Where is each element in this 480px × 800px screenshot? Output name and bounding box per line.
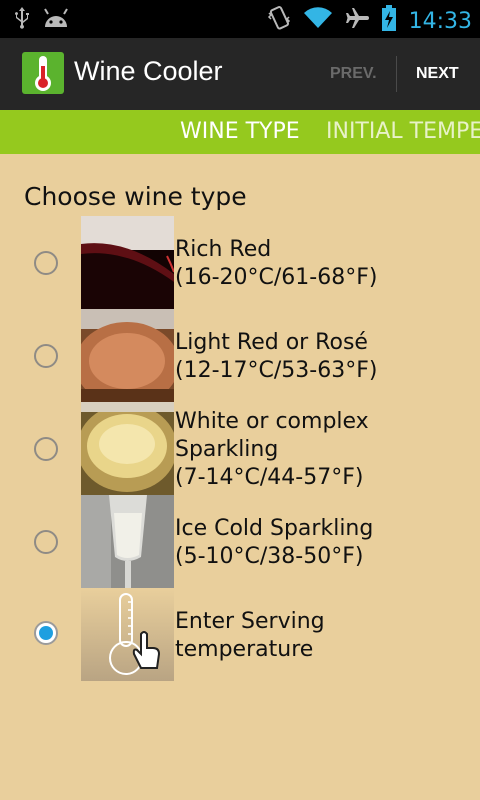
option-name: Ice Cold Sparkling: [175, 516, 374, 541]
option-temperature: (7-14°C/44-57°F): [175, 465, 364, 490]
radio-button-selected[interactable]: [34, 621, 58, 645]
option-name-continued: Sparkling: [175, 437, 279, 462]
clock-time: 14:33: [408, 9, 472, 34]
option-name: Rich Red: [175, 237, 272, 262]
option-label: Ice Cold Sparkling (5-10°C/38-50°F): [175, 515, 373, 571]
wifi-icon: [303, 6, 333, 38]
next-button[interactable]: NEXT: [416, 38, 459, 110]
airplane-icon: [345, 6, 369, 38]
status-bar: 14:33: [0, 0, 480, 38]
option-temperature: (5-10°C/38-50°F): [175, 544, 364, 569]
app-title: Wine Cooler: [74, 56, 223, 86]
action-bar: Wine Cooler PREV. NEXT: [0, 38, 480, 110]
option-white-complex-sparkling[interactable]: White or complex Sparkling (7-14°C/44-57…: [0, 402, 480, 495]
option-name-continued: temperature: [175, 637, 314, 662]
android-debug-icon: [42, 7, 70, 37]
action-divider: [396, 56, 397, 92]
option-label: Light Red or Rosé (12-17°C/53-63°F): [175, 329, 377, 385]
option-rich-red[interactable]: Rich Red (16-20°C/61-68°F): [0, 216, 480, 309]
sparkling-wine-thumbnail: [81, 495, 174, 588]
radio-button[interactable]: [34, 251, 58, 275]
option-name: Light Red or Rosé: [175, 330, 368, 355]
usb-icon: [14, 6, 30, 38]
radio-button[interactable]: [34, 530, 58, 554]
white-wine-thumbnail: [81, 402, 174, 495]
radio-button[interactable]: [34, 344, 58, 368]
option-label: Enter Serving temperature: [175, 608, 325, 664]
option-light-red-rose[interactable]: Light Red or Rosé (12-17°C/53-63°F): [0, 309, 480, 402]
option-enter-serving-temperature[interactable]: Enter Serving temperature: [0, 588, 480, 681]
battery-charging-icon: [381, 4, 397, 40]
thermometer-app-icon: [22, 52, 64, 94]
rose-wine-thumbnail: [81, 309, 174, 402]
option-name: White or complex: [175, 409, 369, 434]
option-label: White or complex Sparkling (7-14°C/44-57…: [175, 408, 369, 492]
option-temperature: (16-20°C/61-68°F): [175, 265, 378, 290]
tab-wine-type[interactable]: WINE TYPE: [180, 110, 300, 154]
vibrate-icon: [267, 5, 291, 39]
tab-initial-temperature[interactable]: INITIAL TEMPE: [326, 110, 480, 154]
option-ice-cold-sparkling[interactable]: Ice Cold Sparkling (5-10°C/38-50°F): [0, 495, 480, 588]
rich-red-wine-thumbnail: [81, 216, 174, 309]
tab-strip: WINE TYPE INITIAL TEMPE: [0, 110, 480, 154]
page-heading: Choose wine type: [24, 182, 247, 211]
thermometer-touch-thumbnail: [81, 588, 174, 681]
option-temperature: (12-17°C/53-63°F): [175, 358, 378, 383]
option-label: Rich Red (16-20°C/61-68°F): [175, 236, 377, 292]
radio-button[interactable]: [34, 437, 58, 461]
option-name: Enter Serving: [175, 609, 325, 634]
prev-button[interactable]: PREV.: [330, 38, 377, 110]
